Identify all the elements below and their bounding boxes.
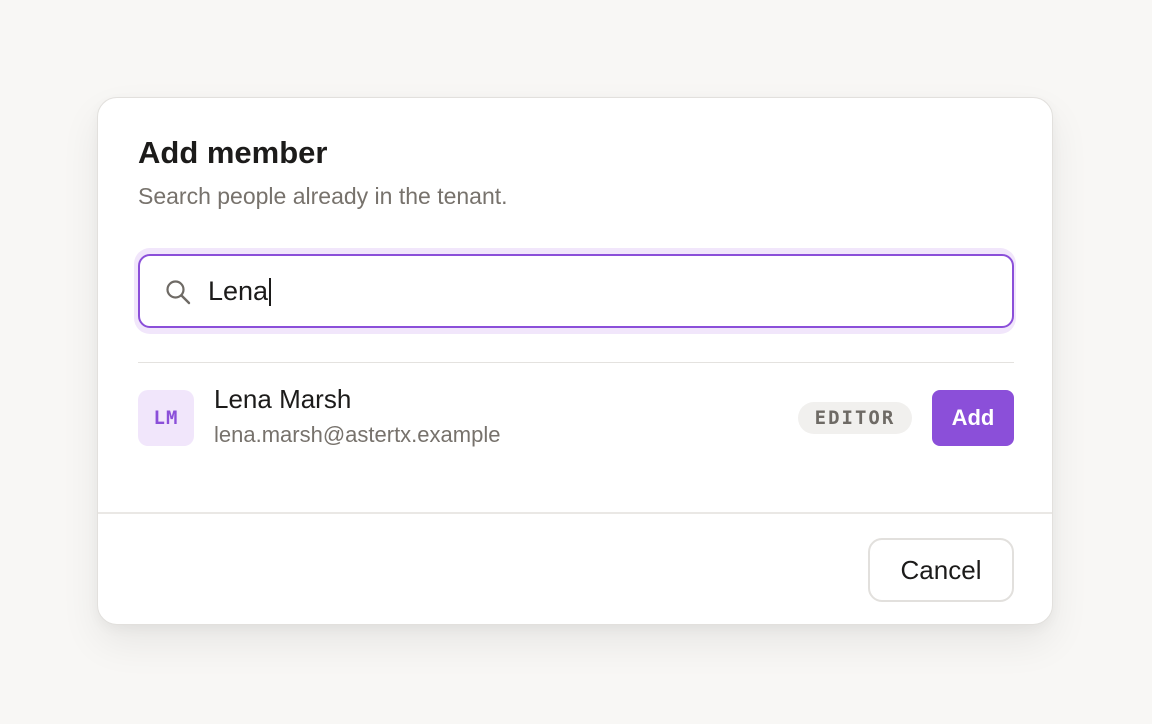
member-email: lena.marsh@astertx.example bbox=[214, 422, 501, 447]
add-member-button[interactable]: Add bbox=[932, 390, 1014, 446]
member-name: Lena Marsh bbox=[214, 384, 352, 414]
avatar: LM bbox=[138, 390, 194, 446]
search-field[interactable] bbox=[138, 254, 1014, 328]
search-icon bbox=[164, 278, 192, 306]
role-badge: EDITOR bbox=[798, 402, 912, 434]
footer-divider bbox=[98, 512, 1052, 514]
results-divider bbox=[138, 362, 1014, 363]
cancel-button[interactable]: Cancel bbox=[868, 538, 1014, 602]
search-input[interactable] bbox=[208, 270, 988, 312]
add-member-dialog: Add member Search people already in the … bbox=[97, 97, 1053, 625]
text-caret bbox=[269, 278, 272, 306]
dialog-subtitle: Search people already in the tenant. bbox=[138, 183, 508, 209]
dialog-title: Add member bbox=[138, 135, 328, 170]
